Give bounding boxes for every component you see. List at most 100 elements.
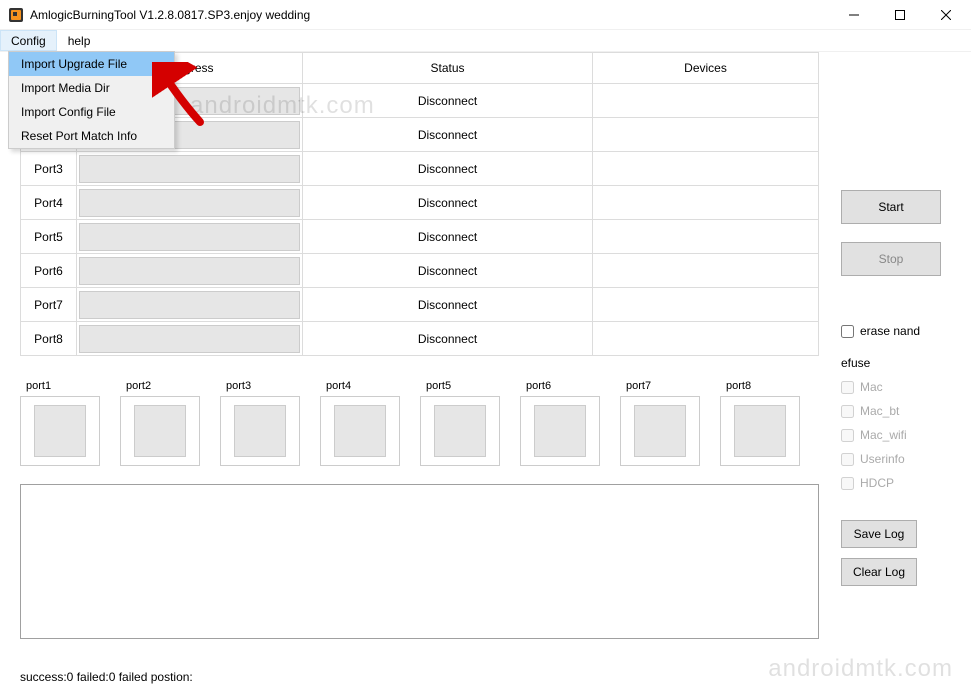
status-cell: Disconnect <box>303 84 593 118</box>
dropdown-import-config[interactable]: Import Config File <box>9 100 174 124</box>
thumb-box <box>20 396 100 466</box>
titlebar: AmlogicBurningTool V1.2.8.0817.SP3.enjoy… <box>0 0 971 30</box>
status-cell: Disconnect <box>303 322 593 356</box>
mac-checkbox[interactable]: Mac <box>841 380 951 394</box>
port-cell: Port6 <box>21 254 77 288</box>
clear-log-button[interactable]: Clear Log <box>841 558 917 586</box>
port-cell: Port5 <box>21 220 77 254</box>
devices-cell <box>593 288 819 322</box>
status-bar: success:0 failed:0 failed postion: <box>0 667 971 689</box>
thumb-box <box>120 396 200 466</box>
log-textarea[interactable] <box>20 484 819 639</box>
thumb-inner <box>734 405 786 457</box>
thumb-label: port5 <box>420 380 500 392</box>
save-log-button[interactable]: Save Log <box>841 520 917 548</box>
thumb-inner <box>434 405 486 457</box>
devices-cell <box>593 220 819 254</box>
mac-input <box>841 381 854 394</box>
thumb-inner <box>134 405 186 457</box>
efuse-group-label: efuse <box>841 356 951 370</box>
hdcp-checkbox[interactable]: HDCP <box>841 476 951 490</box>
progress-bar <box>79 155 300 183</box>
thumb-inner <box>634 405 686 457</box>
port-thumbnail: port8 <box>720 380 800 466</box>
thumb-label: port4 <box>320 380 400 392</box>
thumb-box <box>620 396 700 466</box>
mac-wifi-checkbox[interactable]: Mac_wifi <box>841 428 951 442</box>
progress-cell <box>77 254 303 288</box>
status-cell: Disconnect <box>303 220 593 254</box>
th-devices[interactable]: Devices <box>593 53 819 84</box>
menubar: Config help <box>0 30 971 52</box>
menu-config[interactable]: Config <box>0 30 57 51</box>
progress-cell <box>77 220 303 254</box>
table-row[interactable]: Port7 Disconnect <box>21 288 819 322</box>
erase-nand-checkbox[interactable]: erase nand <box>841 324 951 338</box>
table-row[interactable]: Port8 Disconnect <box>21 322 819 356</box>
thumb-inner <box>534 405 586 457</box>
minimize-button[interactable] <box>831 0 877 30</box>
thumb-box <box>720 396 800 466</box>
thumb-label: port1 <box>20 380 100 392</box>
userinfo-input <box>841 453 854 466</box>
devices-cell <box>593 84 819 118</box>
app-icon <box>8 7 24 23</box>
thumb-box <box>220 396 300 466</box>
thumb-inner <box>34 405 86 457</box>
dropdown-import-upgrade[interactable]: Import Upgrade File <box>9 52 174 76</box>
config-dropdown: Import Upgrade File Import Media Dir Imp… <box>8 51 175 149</box>
devices-cell <box>593 254 819 288</box>
thumb-label: port7 <box>620 380 700 392</box>
port-thumbnail: port6 <box>520 380 600 466</box>
maximize-button[interactable] <box>877 0 923 30</box>
devices-cell <box>593 322 819 356</box>
dropdown-reset-port[interactable]: Reset Port Match Info <box>9 124 174 148</box>
status-cell: Disconnect <box>303 118 593 152</box>
progress-cell <box>77 186 303 220</box>
table-row[interactable]: Port4 Disconnect <box>21 186 819 220</box>
progress-bar <box>79 325 300 353</box>
status-cell: Disconnect <box>303 254 593 288</box>
thumb-inner <box>234 405 286 457</box>
devices-cell <box>593 186 819 220</box>
table-row[interactable]: Port3 Disconnect <box>21 152 819 186</box>
window-title: AmlogicBurningTool V1.2.8.0817.SP3.enjoy… <box>30 8 310 22</box>
th-status[interactable]: Status <box>303 53 593 84</box>
port-thumbnails: port1 port2 port3 port4 port5 port6 port… <box>20 380 819 466</box>
progress-bar <box>79 223 300 251</box>
thumb-label: port6 <box>520 380 600 392</box>
thumb-label: port2 <box>120 380 200 392</box>
status-cell: Disconnect <box>303 152 593 186</box>
thumb-box <box>520 396 600 466</box>
hdcp-input <box>841 477 854 490</box>
dropdown-import-media[interactable]: Import Media Dir <box>9 76 174 100</box>
progress-cell <box>77 322 303 356</box>
thumb-box <box>320 396 400 466</box>
thumb-label: port3 <box>220 380 300 392</box>
menu-help[interactable]: help <box>57 30 102 51</box>
port-cell: Port8 <box>21 322 77 356</box>
close-button[interactable] <box>923 0 969 30</box>
mac-bt-checkbox[interactable]: Mac_bt <box>841 404 951 418</box>
thumb-box <box>420 396 500 466</box>
progress-bar <box>79 189 300 217</box>
port-thumbnail: port5 <box>420 380 500 466</box>
start-button[interactable]: Start <box>841 190 941 224</box>
port-cell: Port7 <box>21 288 77 322</box>
port-cell: Port3 <box>21 152 77 186</box>
progress-bar <box>79 291 300 319</box>
status-cell: Disconnect <box>303 288 593 322</box>
port-cell: Port4 <box>21 186 77 220</box>
userinfo-checkbox[interactable]: Userinfo <box>841 452 951 466</box>
table-row[interactable]: Port6 Disconnect <box>21 254 819 288</box>
port-thumbnail: port1 <box>20 380 100 466</box>
erase-nand-input[interactable] <box>841 325 854 338</box>
thumb-inner <box>334 405 386 457</box>
thumb-label: port8 <box>720 380 800 392</box>
table-row[interactable]: Port5 Disconnect <box>21 220 819 254</box>
devices-cell <box>593 118 819 152</box>
devices-cell <box>593 152 819 186</box>
port-thumbnail: port4 <box>320 380 400 466</box>
stop-button[interactable]: Stop <box>841 242 941 276</box>
mac-bt-input <box>841 405 854 418</box>
